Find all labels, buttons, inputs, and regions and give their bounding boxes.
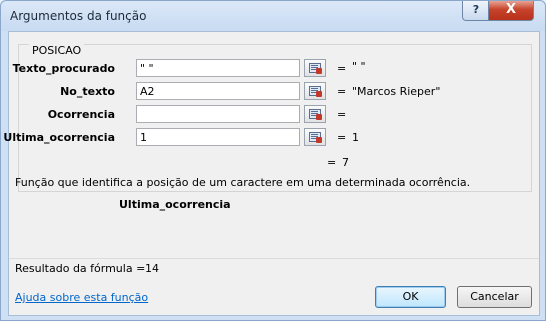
help-link[interactable]: Ajuda sobre esta função: [15, 291, 148, 304]
function-result-value: 7: [342, 156, 349, 169]
equals-sign: =: [337, 131, 347, 144]
cancel-button[interactable]: Cancelar: [457, 286, 532, 308]
help-button[interactable]: ?: [462, 1, 490, 21]
title-bar[interactable]: Argumentos da função ? X: [1, 1, 545, 31]
formula-result-value: 14: [145, 262, 159, 275]
arg-label-ocorrencia: Ocorrencia: [47, 108, 115, 121]
arg-label-texto-procurado: Texto_procurado: [12, 62, 115, 75]
collapse-dialog-button-no-texto[interactable]: [304, 82, 326, 100]
ultima-ocorrencia-input[interactable]: 1: [136, 128, 300, 146]
arg-label-ultima-ocorrencia: Ultima_ocorrencia: [3, 131, 115, 144]
equals-sign: =: [337, 62, 347, 75]
dialog-title: Argumentos da função: [10, 9, 147, 23]
equals-sign: =: [327, 156, 337, 169]
collapse-dialog-button-texto-procurado[interactable]: [304, 59, 326, 77]
function-name-label: POSICAO: [29, 44, 85, 57]
no-texto-input[interactable]: A2: [136, 82, 300, 100]
collapse-dialog-button-ocorrencia[interactable]: [304, 105, 326, 123]
current-argument-name: Ultima_ocorrencia: [119, 198, 231, 211]
arg-label-no-texto: No_texto: [60, 85, 115, 98]
function-description: Função que identifica a posição de um ca…: [15, 176, 471, 189]
collapse-dialog-button-ultima-ocorrencia[interactable]: [304, 128, 326, 146]
arg-result-ultima-ocorrencia: 1: [352, 131, 359, 144]
formula-result-label: Resultado da fórmula =: [15, 262, 146, 275]
texto-procurado-input[interactable]: " ": [136, 59, 300, 77]
arguments-group: POSICAO Texto_procurado " " = " " No_tex…: [3, 44, 532, 192]
dialog-body: POSICAO Texto_procurado " " = " " No_tex…: [3, 31, 540, 316]
function-arguments-dialog: Argumentos da função ? X POSICAO Texto_p…: [0, 0, 546, 321]
equals-sign: =: [337, 85, 347, 98]
divider: [9, 258, 539, 259]
close-button[interactable]: X: [488, 1, 534, 21]
equals-sign: =: [337, 108, 347, 121]
arg-result-texto-procurado: " ": [352, 60, 366, 73]
arg-result-no-texto: "Marcos Rieper": [352, 85, 441, 98]
ocorrencia-input[interactable]: [136, 105, 300, 123]
ok-button[interactable]: OK: [375, 286, 446, 308]
